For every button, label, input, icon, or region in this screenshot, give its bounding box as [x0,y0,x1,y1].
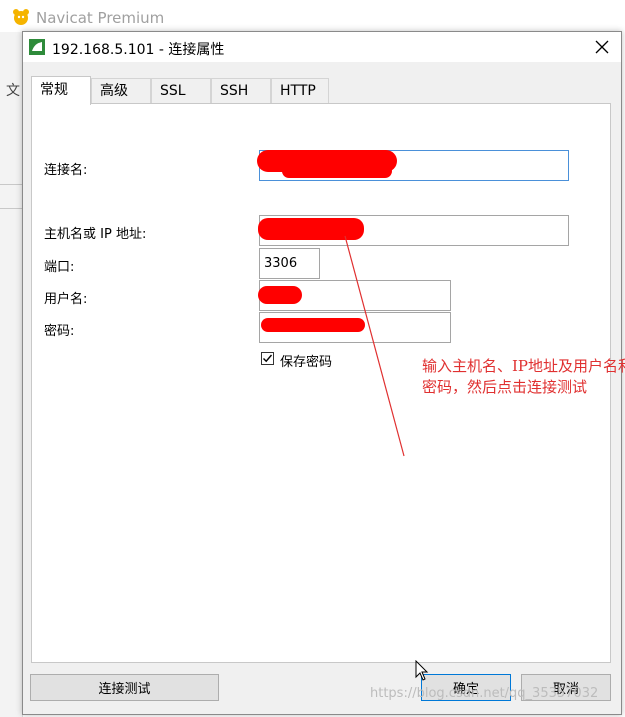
password-label: 密码: [44,324,75,339]
annotation-text: 输入主机名、IP地址及用户名和密码，然后点击连接测试 [422,357,625,396]
watermark-text: https://blog.csdn.net/qq_35357032 [370,686,599,701]
port-input[interactable]: 3306 [259,248,320,279]
dialog-titlebar: 192.168.5.101 - 连接属性 [23,32,621,62]
tab-ssh[interactable]: SSH [211,78,271,104]
tab-http[interactable]: HTTP [271,78,329,104]
port-label: 端口: [44,260,75,275]
save-password-checkbox[interactable] [261,352,274,365]
redaction-mark [258,286,302,304]
close-icon [595,40,609,54]
test-connection-button[interactable]: 连接测试 [30,674,219,701]
host-label: 主机名或 IP 地址: [44,227,147,242]
redaction-mark [282,164,392,178]
redaction-mark [261,318,365,332]
tab-advanced[interactable]: 高级 [91,78,151,104]
dialog-title: 192.168.5.101 - 连接属性 [52,42,225,58]
save-password-label: 保存密码 [280,355,333,370]
background-menu-file[interactable]: 文 [6,80,20,100]
navicat-logo-icon [13,9,29,25]
mouse-cursor-icon [415,660,429,681]
connection-name-label: 连接名: [44,163,88,178]
background-titlebar: Navicat Premium [0,0,625,32]
general-tab-panel: 连接名: 主机名或 IP 地址: 端口: 3306 用户名: 密码: 保存密码 … [31,103,625,663]
background-divider [0,208,22,209]
redaction-mark [258,218,364,240]
background-app-title: Navicat Premium [36,9,165,27]
background-divider [0,184,22,185]
username-label: 用户名: [44,292,88,307]
mysql-connection-icon [29,39,45,55]
tab-ssl[interactable]: SSL [151,78,211,104]
background-left-strip: 文 [0,32,23,717]
checkmark-icon [263,354,273,363]
tab-general[interactable]: 常规 [31,76,91,105]
connection-properties-dialog: 192.168.5.101 - 连接属性 常规 高级 SSL SSH HTTP … [22,31,625,715]
close-button[interactable] [591,36,613,58]
